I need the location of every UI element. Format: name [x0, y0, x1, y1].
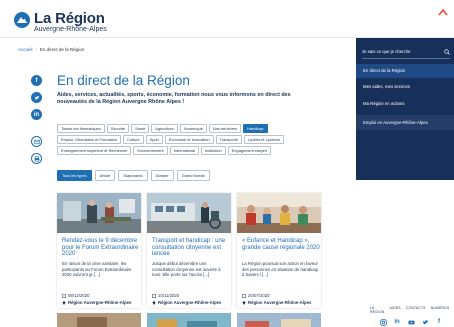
card-title[interactable]: Rendez-vous le 9 décembre pour le Forum … — [62, 238, 140, 258]
calendar-icon — [242, 293, 246, 298]
news-card[interactable]: Transport et handicap : une consultation… — [147, 193, 231, 308]
card-title[interactable]: Transport et handicap : une consultation… — [152, 238, 230, 258]
card-location-text: Région Auvergne-Rhône-Alpes — [68, 300, 132, 305]
footer-link[interactable]: AIDES — [390, 306, 401, 318]
theme-filter-tag[interactable]: Nos territoires — [208, 124, 242, 133]
location-pin-icon — [242, 300, 246, 305]
theme-filter-tag[interactable]: Environnement — [133, 146, 168, 155]
sidebar-item-en-direct[interactable]: En direct de la Région — [356, 64, 454, 78]
footer-social: in f — [379, 318, 443, 326]
card-location-text: Région Auvergne-Rhône-Alpes — [248, 300, 312, 305]
card-location: Région Auvergne-Rhône-Alpes — [242, 300, 311, 305]
location-pin-icon — [152, 300, 156, 305]
facebook-footer-icon[interactable]: f — [435, 318, 443, 326]
theme-filter-tag[interactable]: Économie et Innovation — [164, 135, 214, 144]
right-sidebar: Je sais ce que je cherche En direct de l… — [356, 38, 454, 327]
breadcrumb-separator-icon: › — [35, 47, 37, 52]
card-image-enfance[interactable] — [237, 193, 321, 233]
theme-filter-tag[interactable]: Institution — [201, 146, 226, 155]
breadcrumb-current: En direct de la Région — [39, 47, 85, 52]
theme-filter-tag[interactable]: Sécurité — [106, 124, 130, 133]
user-icon[interactable] — [438, 8, 448, 16]
twitter-footer-icon[interactable] — [421, 318, 429, 326]
instagram-icon[interactable] — [379, 318, 387, 326]
news-card-list-row-2 — [57, 313, 333, 327]
card-location-text: Région Auvergne-Rhône-Alpes — [158, 300, 222, 305]
theme-filter-tag[interactable]: Culture — [123, 135, 144, 144]
card-date-text: 09/12/2020 — [68, 293, 90, 298]
theme-filter-tag[interactable]: Enseignement supérieur et Recherche — [57, 146, 132, 155]
linkedin-icon[interactable]: in — [31, 109, 42, 120]
theme-filter-tag[interactable]: Engagement citoyen — [227, 146, 272, 155]
logo-title[interactable]: La Région — [34, 10, 105, 27]
theme-filter-tag[interactable]: Agriculture — [151, 124, 178, 133]
type-filter-button[interactable]: Grand format — [176, 170, 210, 181]
theme-filter-tag[interactable]: Sport — [145, 135, 163, 144]
calendar-icon — [152, 293, 156, 298]
sidebar-item-emploi[interactable]: Emploi en Auvergne-Rhône-Alpes — [356, 115, 454, 130]
card-image-transport[interactable] — [147, 193, 231, 233]
sidebar-item-aides[interactable]: Mes aides, mes services — [356, 80, 454, 94]
sidebar-search-underline — [362, 58, 450, 59]
theme-filter-tag[interactable]: International — [169, 146, 199, 155]
footer-links: LA RÉGIONAIDESCONTACTSNUMÉROSPLAN DE SIT… — [370, 306, 454, 318]
type-filter-button[interactable]: Article — [94, 170, 116, 181]
theme-filter-tag[interactable]: Numérique — [179, 124, 207, 133]
site-header: La Région Auvergne-Rhône-Alpes — [0, 0, 454, 38]
breadcrumb-home[interactable]: Accueil — [18, 47, 33, 52]
card-image-next-2[interactable] — [147, 313, 231, 327]
theme-filter-tag[interactable]: Emploi, Orientation et Formation — [57, 135, 122, 144]
card-location: Région Auvergne-Rhône-Alpes — [62, 300, 131, 305]
sidebar-item-actions[interactable]: Ma Région en actions — [356, 97, 454, 111]
footer-link[interactable]: NUMÉROS — [431, 306, 450, 318]
calendar-icon — [62, 293, 66, 298]
type-filter-button[interactable]: Tous les types — [57, 170, 92, 181]
breadcrumb: Accueil › En direct de la Région — [18, 47, 84, 52]
theme-filter-list: Toutes les thématiques Sécurité Santé Agric… — [57, 124, 327, 155]
page-lead: Aides, services, actualités, sports, éco… — [57, 92, 291, 105]
card-date-text: 10/11/2020 — [158, 293, 180, 298]
location-pin-icon — [62, 300, 66, 305]
linkedin-footer-icon[interactable]: in — [393, 318, 401, 326]
theme-filter-tag[interactable]: Toutes les thématiques — [57, 124, 105, 133]
card-image-forum[interactable] — [57, 193, 141, 233]
region-logo-icon[interactable] — [14, 12, 30, 28]
twitter-icon[interactable] — [31, 92, 42, 103]
card-image-next-3[interactable] — [237, 313, 321, 327]
sidebar-search-label: Je sais ce que je cherche — [362, 49, 411, 54]
theme-filter-tag[interactable]: Handicap — [243, 124, 268, 133]
logo-subtitle: Auvergne-Rhône-Alpes — [34, 26, 107, 33]
card-excerpt: En raison de la crise sanitaire, les par… — [62, 261, 132, 278]
type-filter-button[interactable]: Diaporama — [118, 170, 148, 181]
sidebar-search[interactable]: Je sais ce que je cherche — [362, 47, 450, 56]
print-icon[interactable] — [31, 153, 42, 164]
page-title: En direct de la Région — [57, 73, 190, 88]
search-icon[interactable] — [444, 48, 450, 55]
card-title[interactable]: « Enfance et Handicap », grande cause ré… — [242, 238, 320, 251]
news-card[interactable]: « Enfance et Handicap », grande cause ré… — [237, 193, 321, 308]
card-excerpt: La Région poursuit son action en faveur … — [242, 261, 318, 278]
card-image-next-1[interactable] — [57, 313, 141, 327]
theme-filter-tag[interactable]: Santé — [131, 124, 150, 133]
card-excerpt: Jusque début décembre une consultation c… — [152, 261, 221, 278]
theme-filter-tag[interactable]: Lycées et Lycéens — [244, 135, 284, 144]
card-date: 20/07/2020 — [242, 293, 270, 298]
type-filter-button[interactable]: Dossier — [150, 170, 174, 181]
news-card[interactable]: Rendez-vous le 9 décembre pour le Forum … — [57, 193, 141, 308]
youtube-icon[interactable] — [407, 318, 415, 326]
facebook-icon[interactable]: f — [31, 75, 42, 86]
news-card-list: Rendez-vous le 9 décembre pour le Forum … — [57, 193, 333, 308]
card-date: 09/12/2020 — [62, 293, 90, 298]
type-filter-list: Tous les types Article Diaporama Dossier Gra… — [57, 170, 210, 181]
footer-link[interactable]: LA RÉGION — [370, 306, 385, 318]
sidebar-panel: Je sais ce que je cherche En direct de l… — [356, 38, 454, 180]
card-location: Région Auvergne-Rhône-Alpes — [152, 300, 221, 305]
card-date: 10/11/2020 — [152, 293, 179, 298]
theme-filter-tag[interactable]: Transports — [215, 135, 242, 144]
footer-link[interactable]: CONTACTS — [406, 306, 426, 318]
email-icon[interactable] — [31, 136, 42, 147]
card-date-text: 20/07/2020 — [248, 293, 270, 298]
share-rail: f in — [31, 75, 42, 164]
